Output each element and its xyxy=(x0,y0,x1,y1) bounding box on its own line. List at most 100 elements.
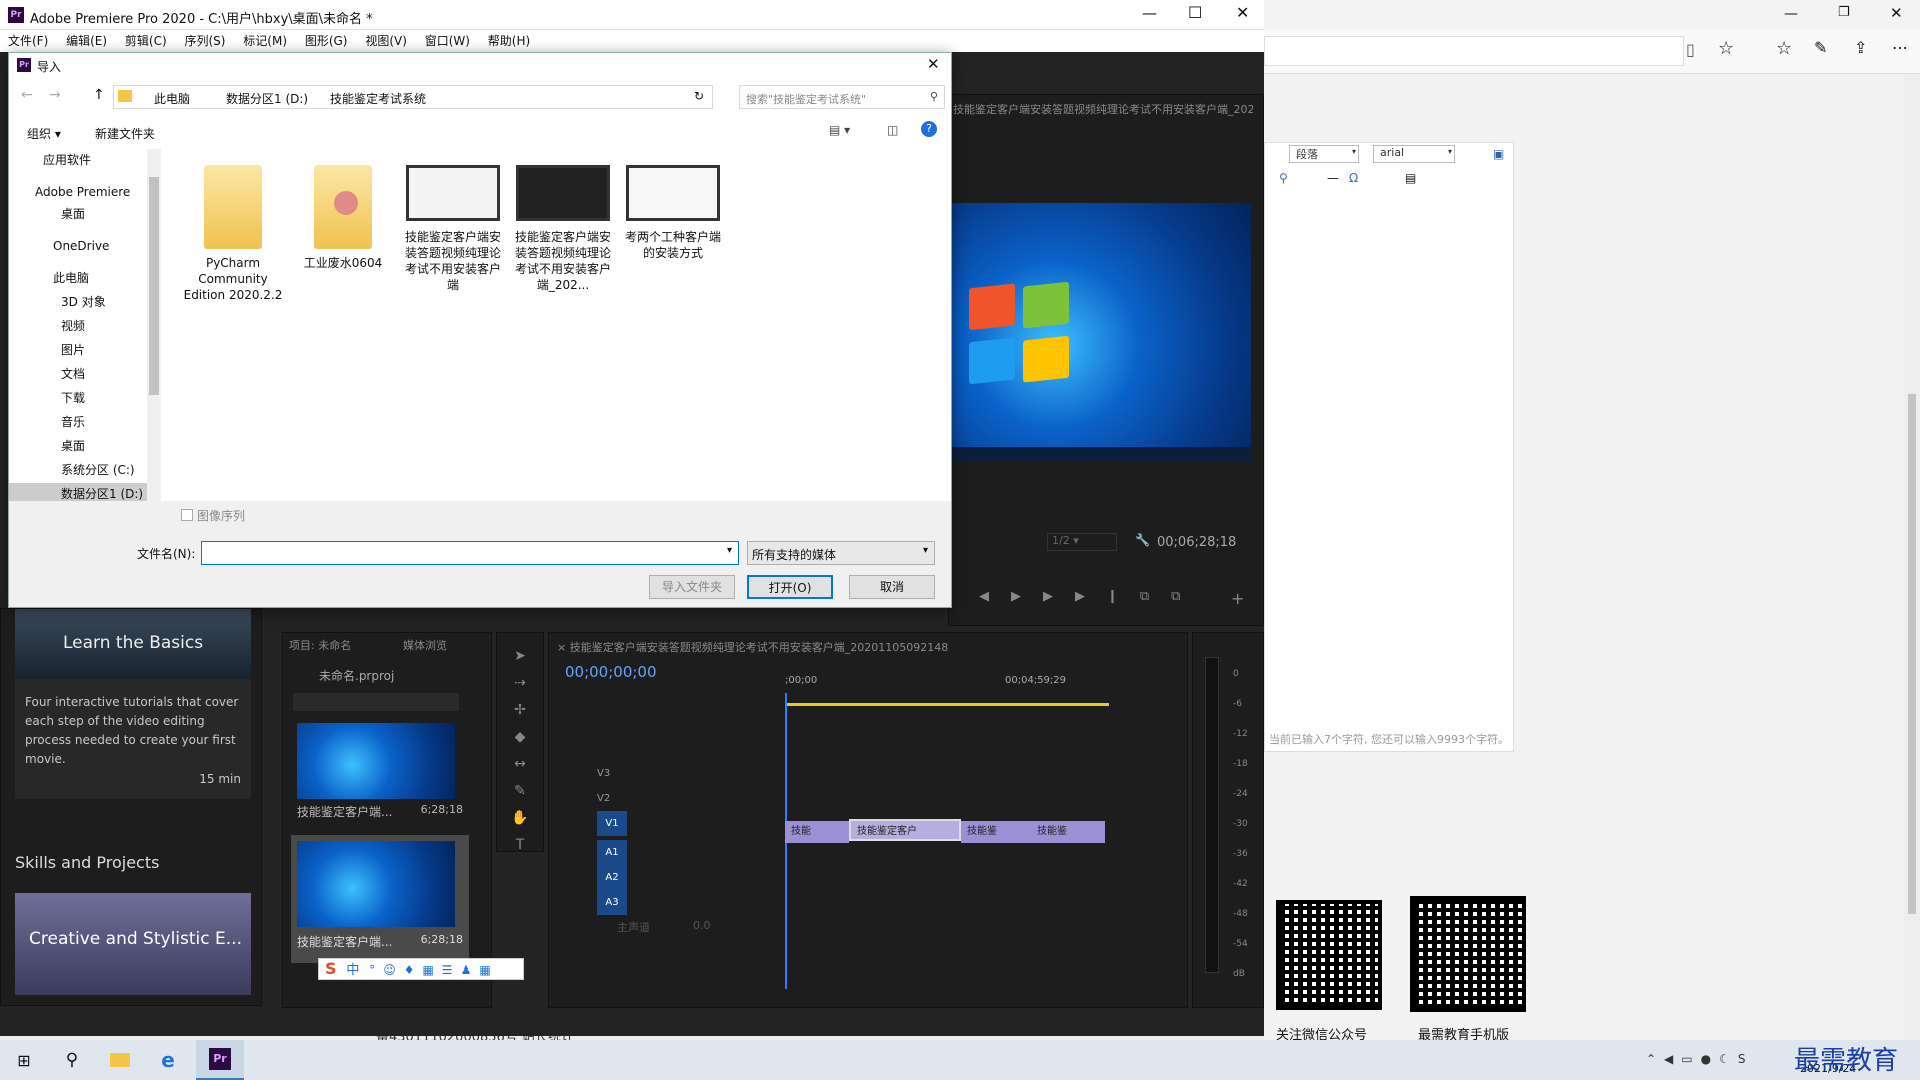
nav-item-desktop-2[interactable]: 桌面 xyxy=(9,435,85,457)
forward-icon[interactable]: → xyxy=(49,87,61,103)
favorite-star-icon[interactable]: ☆ xyxy=(1718,38,1734,59)
crumb-drive[interactable]: 数据分区1 (D:) xyxy=(226,90,308,107)
close-icon[interactable]: ✕ xyxy=(1236,3,1249,22)
learn-basics-thumbnail[interactable]: Learn the Basics xyxy=(15,609,251,679)
menu-marker[interactable]: 标记(M) xyxy=(243,34,287,48)
timeline-timecode[interactable]: 00;00;00;00 xyxy=(565,663,657,681)
address-input[interactable] xyxy=(1264,36,1684,66)
sequence-tab[interactable]: × 技能鉴定客户端安装答题视频纯理论考试不用安装客户端_202011050921… xyxy=(557,639,1037,655)
menu-clip[interactable]: 剪辑(C) xyxy=(125,34,167,48)
wrench-icon[interactable]: 🔧 xyxy=(1135,533,1150,547)
work-area-bar[interactable] xyxy=(785,703,1109,706)
nav-item-desktop[interactable]: 桌面 xyxy=(9,203,85,225)
maximize-icon[interactable]: ☐ xyxy=(1188,3,1202,22)
learn-card[interactable]: Four interactive tutorials that cover ea… xyxy=(15,679,251,799)
nav-item-3d[interactable]: 3D 对象 xyxy=(9,291,106,313)
project-search-input[interactable] xyxy=(293,693,459,711)
menu-window[interactable]: 窗口(W) xyxy=(425,34,470,48)
premiere-taskbar-button[interactable]: Pr xyxy=(196,1040,244,1080)
ime-toolbar[interactable]: S 中 °☺♦▦☰♟▦ xyxy=(318,958,524,980)
system-tray-icons[interactable]: ⌃◀▭●☾S xyxy=(1646,1052,1753,1066)
up-icon[interactable]: ↑ xyxy=(93,87,105,103)
open-button[interactable]: 打开(O) xyxy=(747,575,833,599)
nav-item-onedrive[interactable]: OneDrive xyxy=(9,235,109,257)
media-browser-tab[interactable]: 媒体浏览 xyxy=(403,637,447,653)
breadcrumb[interactable]: 此电脑 数据分区1 (D:) 技能鉴定考试系统 ↻ xyxy=(113,85,713,109)
edge-button[interactable]: e xyxy=(144,1040,192,1080)
ime-mode[interactable]: 中 xyxy=(346,963,359,978)
add-button-icon[interactable]: + xyxy=(1231,589,1244,608)
transport-controls[interactable]: ◀▶▶▶❙⧉⧉ xyxy=(979,589,1202,604)
minimize-icon[interactable]: — xyxy=(1142,4,1157,22)
zoom-select[interactable]: 1/2 ▾ xyxy=(1047,533,1117,551)
help-icon[interactable]: ? xyxy=(921,121,937,137)
nav-item-downloads[interactable]: 下载 xyxy=(9,387,85,409)
tool-icons[interactable]: ➤ ⇢ ✢ ◆ ↔ ✎ ✋ T xyxy=(497,633,543,859)
menu-edit[interactable]: 编辑(E) xyxy=(66,34,107,48)
scrollbar-thumb[interactable] xyxy=(1908,394,1916,914)
favorites-hub-icon[interactable]: ☆ xyxy=(1776,38,1792,59)
project-clip-1[interactable]: 技能鉴定客户端... 6;28;18 xyxy=(297,723,463,827)
explorer-button[interactable] xyxy=(96,1040,144,1080)
source-icon[interactable]: ▣ xyxy=(1493,147,1504,161)
link-icon[interactable]: ⚲ xyxy=(1279,171,1288,185)
menu-view[interactable]: 视图(V) xyxy=(365,34,407,48)
back-icon[interactable]: ← xyxy=(21,87,33,103)
filetype-select[interactable]: 所有支持的媒体 ▾ xyxy=(747,541,935,565)
more-icon[interactable]: ⋯ xyxy=(1892,38,1908,57)
new-folder-button[interactable]: 新建文件夹 xyxy=(95,125,155,142)
file-item-video-1[interactable]: 技能鉴定客户端安装答题视频纯理论考试不用安装客户端 xyxy=(403,165,503,293)
organize-menu[interactable]: 组织 ▾ xyxy=(27,125,61,142)
restore-icon[interactable]: ❐ xyxy=(1838,5,1850,20)
menu-help[interactable]: 帮助(H) xyxy=(488,34,530,48)
search-input[interactable]: 搜索"技能鉴定考试系统" ⚲ xyxy=(739,85,945,109)
nav-item-this-pc[interactable]: 此电脑 xyxy=(9,267,89,289)
v1-clips[interactable]: 技能 技能鉴定客户 技能鉴 技能鉴 xyxy=(785,819,1109,843)
refresh-icon[interactable]: ↻ xyxy=(694,89,704,103)
menu-graphics[interactable]: 图形(G) xyxy=(305,34,348,48)
file-item-pycharm[interactable]: PyCharm Community Edition 2020.2.2 xyxy=(183,165,283,303)
nav-item-drive-c[interactable]: 系统分区 (C:) xyxy=(9,459,135,481)
paragraph-format-select[interactable]: 段落 ▾ xyxy=(1289,145,1359,163)
creative-card[interactable]: Creative and Stylistic E... xyxy=(15,893,251,995)
search-button[interactable]: ⚲ xyxy=(48,1040,96,1080)
close-icon[interactable]: ✕ xyxy=(1890,4,1903,22)
nav-item-music[interactable]: 音乐 xyxy=(9,411,85,433)
nav-scrollbar[interactable] xyxy=(147,149,161,501)
ime-tools-icon[interactable]: °☺♦▦☰♟▦ xyxy=(369,963,498,977)
nav-item-pictures[interactable]: 图片 xyxy=(9,339,85,361)
start-button[interactable]: ⊞ xyxy=(0,1040,48,1080)
preview-pane-icon[interactable]: ◫ xyxy=(887,123,898,137)
special-char-icon[interactable]: Ω xyxy=(1349,171,1358,185)
timeline-panel: × 技能鉴定客户端安装答题视频纯理论考试不用安装客户端_202011050921… xyxy=(548,632,1188,1008)
cancel-button[interactable]: 取消 xyxy=(849,575,935,599)
nav-item-documents[interactable]: 文档 xyxy=(9,363,85,385)
filename-input[interactable]: ▾ xyxy=(201,541,739,565)
hr-icon[interactable]: — xyxy=(1327,171,1339,185)
minimize-icon[interactable]: — xyxy=(1784,6,1798,22)
view-options-icon[interactable]: ▤ ▾ xyxy=(829,123,850,137)
pen-icon[interactable]: ✎ xyxy=(1814,38,1827,57)
share-icon[interactable]: ⇪ xyxy=(1854,38,1867,57)
menu-file[interactable]: 文件(F) xyxy=(8,34,48,48)
browser-scrollbar[interactable] xyxy=(1904,74,1920,1040)
nav-item-apps[interactable]: 应用软件 xyxy=(9,149,91,171)
sogou-icon[interactable]: S xyxy=(325,959,337,978)
paste-icon[interactable]: ▤ xyxy=(1405,171,1416,185)
reading-view-icon[interactable]: ▯ xyxy=(1686,40,1695,59)
import-folder-button[interactable]: 导入文件夹 xyxy=(649,575,735,599)
file-item-video-2[interactable]: 技能鉴定客户端安装答题视频纯理论考试不用安装客户端_202... xyxy=(513,165,613,293)
project-tab[interactable]: 项目: 未命名 xyxy=(289,637,351,653)
dialog-close-icon[interactable]: ✕ xyxy=(927,55,940,73)
file-item-wastewater[interactable]: 工业废水0604 xyxy=(293,165,393,271)
font-family-select[interactable]: arial ▾ xyxy=(1373,145,1455,163)
menu-sequence[interactable]: 序列(S) xyxy=(184,34,225,48)
crumb-pc[interactable]: 此电脑 xyxy=(154,90,190,107)
image-sequence-checkbox[interactable] xyxy=(181,509,193,521)
project-clip-2[interactable]: 技能鉴定客户端... 6;28;18 xyxy=(291,835,469,963)
nav-item-premiere[interactable]: Adobe Premiere xyxy=(9,181,130,203)
browser-address-bar: ▯ ☆ ☆ ✎ ⇪ ⋯ xyxy=(1264,30,1920,74)
nav-item-videos[interactable]: 视频 xyxy=(9,315,85,337)
crumb-folder[interactable]: 技能鉴定考试系统 xyxy=(330,90,426,107)
file-item-video-3[interactable]: 考两个工种客户端的安装方式 xyxy=(623,165,723,261)
